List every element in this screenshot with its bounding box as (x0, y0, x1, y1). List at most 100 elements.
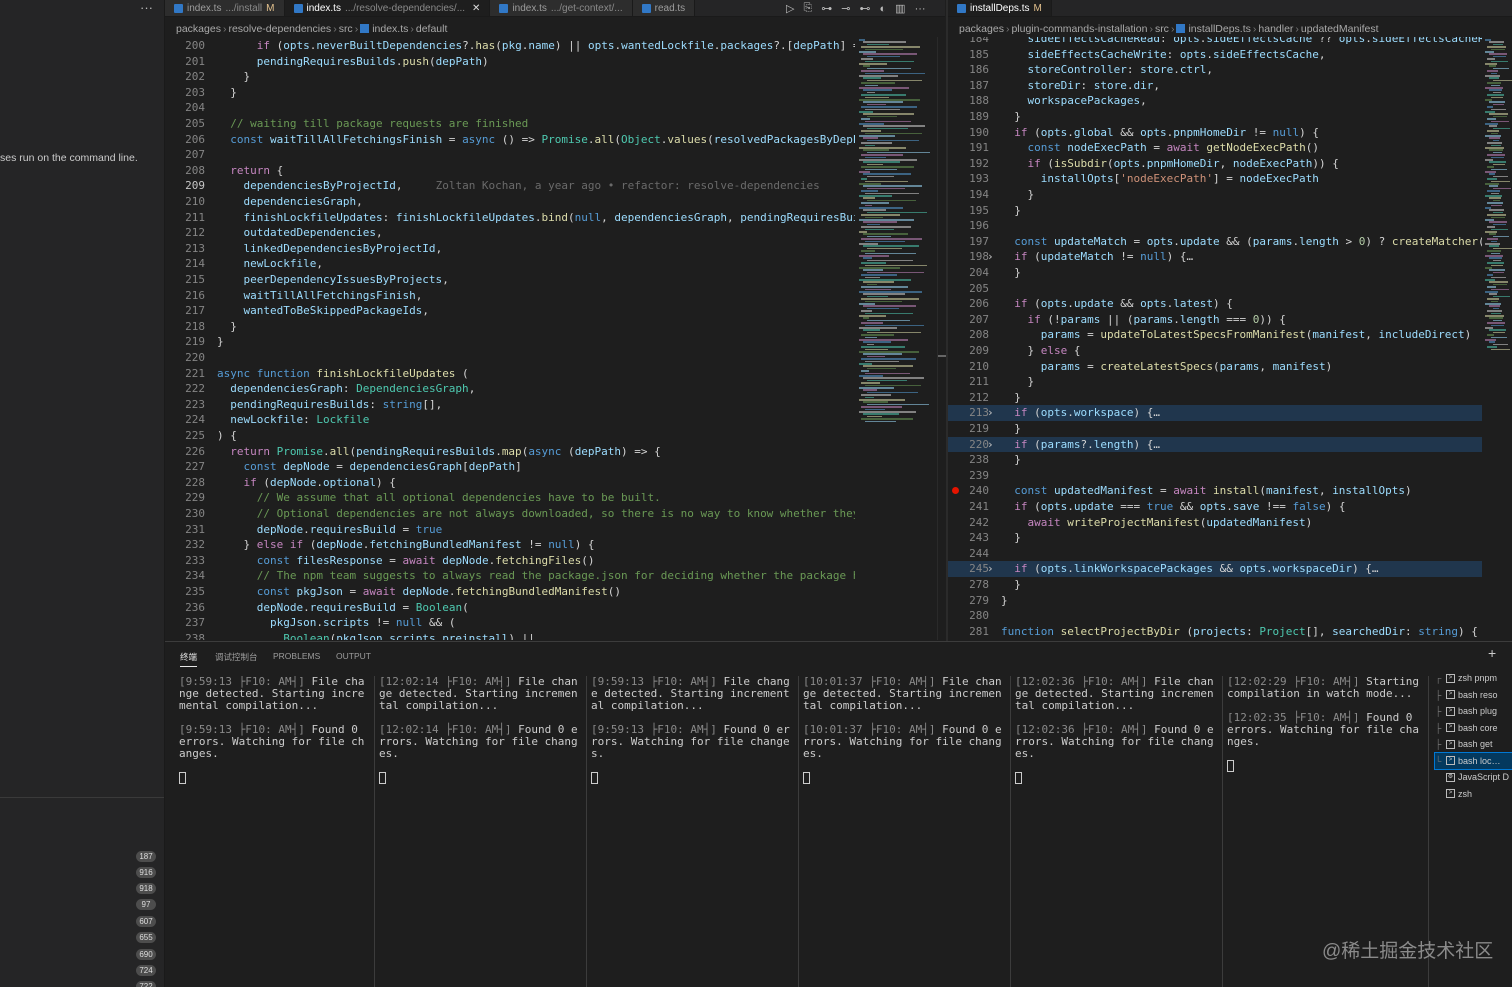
code-line[interactable]: 237 pkgJson.scripts != null && ( (165, 615, 855, 631)
code-line[interactable]: 204 (165, 100, 855, 116)
terminal-instance[interactable]: [12:02:36 ├F10: AM┤] File change detecte… (1011, 676, 1223, 987)
code-line[interactable]: 186 storeController: store.ctrl, (948, 62, 1482, 78)
code-line[interactable]: 236 depNode.requiresBuild = Boolean( (165, 600, 855, 616)
code-line[interactable]: 219 } (948, 421, 1482, 437)
fold-chevron-icon[interactable]: › (987, 249, 994, 265)
left-minimap[interactable] (857, 37, 937, 640)
code-line[interactable]: 220 if (params?.length) {… › (948, 436, 1482, 453)
more-actions-icon[interactable]: ··· (140, 0, 153, 15)
code-line[interactable]: 209 } else { (948, 343, 1482, 359)
code-line[interactable]: 208 return { (165, 163, 855, 179)
editor-tab[interactable]: installDeps.ts M (948, 0, 1052, 16)
breadcrumb-item[interactable]: updatedManifest (1301, 23, 1379, 35)
code-line[interactable]: 189 } (948, 109, 1482, 125)
code-line[interactable]: 242 await writeProjectManifest(updatedMa… (948, 515, 1482, 531)
code-line[interactable]: 209 dependenciesByProjectId, Zoltan Koch… (165, 178, 855, 194)
code-line[interactable]: 212 outdatedDependencies, (165, 225, 855, 241)
code-line[interactable]: 225) { (165, 428, 855, 444)
code-line[interactable]: 185 sideEffectsCacheWrite: opts.sideEffe… (948, 47, 1482, 63)
code-line[interactable]: 190 if (opts.global && opts.pnpmHomeDir … (948, 125, 1482, 141)
code-line[interactable]: 222 dependenciesGraph: DependenciesGraph… (165, 381, 855, 397)
go-back-icon[interactable]: ⊸ (841, 2, 850, 15)
code-line[interactable]: 227 const depNode = dependenciesGraph[de… (165, 459, 855, 475)
code-line[interactable]: 196 (948, 218, 1482, 234)
split-editor-icon[interactable]: ▥ (895, 2, 905, 15)
code-line[interactable]: 207 if (!params || (params.length === 0)… (948, 312, 1482, 328)
terminal-list-item[interactable]: ├ > bash get (1435, 736, 1512, 753)
code-line[interactable]: 216 waitTillAllFetchingsFinish, (165, 288, 855, 304)
code-line[interactable]: 240 const updatedManifest = await instal… (948, 483, 1482, 499)
editor-tab[interactable]: read.ts (632, 0, 696, 16)
timeline-icon[interactable]: ◐ (880, 3, 887, 15)
code-line[interactable]: 213 linkedDependenciesByProjectId, (165, 241, 855, 257)
code-line[interactable]: 207 (165, 147, 855, 163)
code-line[interactable]: 195 } (948, 203, 1482, 219)
code-line[interactable]: 279} (948, 593, 1482, 609)
code-line[interactable]: 203 } (165, 85, 855, 101)
code-line[interactable]: 212 } (948, 390, 1482, 406)
breadcrumb-item[interactable]: installDeps.ts (1188, 23, 1250, 35)
code-line[interactable]: 278 } (948, 577, 1482, 593)
code-line[interactable]: 197 const updateMatch = opts.update && (… (948, 234, 1482, 250)
tab-problems[interactable]: PROBLEMS (273, 651, 320, 661)
code-line[interactable]: 211 finishLockfileUpdates: finishLockfil… (165, 210, 855, 226)
code-line[interactable]: 206 if (opts.update && opts.latest) { (948, 296, 1482, 312)
code-line[interactable]: 244 (948, 546, 1482, 562)
code-line[interactable]: 211 } (948, 374, 1482, 390)
left-code-editor[interactable]: 200 if (opts.neverBuiltDependencies?.has… (165, 37, 855, 640)
code-line[interactable]: 245 if (opts.linkWorkspacePackages && op… (948, 561, 1482, 577)
code-line[interactable]: 221 async function finishLockfileUpdates … (165, 366, 855, 382)
terminal-instance[interactable]: [12:02:14 ├F10: AM┤] File change detecte… (375, 676, 587, 987)
terminal-list-item[interactable]: ├ > bash plug (1435, 703, 1512, 720)
breadcrumb-item[interactable]: src (1155, 23, 1169, 35)
code-line[interactable]: 243 } (948, 530, 1482, 546)
code-line[interactable]: 194 } (948, 187, 1482, 203)
code-line[interactable]: 200 if (opts.neverBuiltDependencies?.has… (165, 38, 855, 54)
breadcrumb-item[interactable]: default (416, 23, 448, 35)
code-line[interactable]: 184 sideEffectsCacheRead: opts.sideEffec… (948, 37, 1482, 47)
git-compare-icon[interactable]: ⊶ (821, 2, 832, 15)
left-scrollbar[interactable] (937, 37, 946, 640)
terminal-instance[interactable]: [9:59:13 ├F10: AM┤] File change detected… (587, 676, 799, 987)
code-line[interactable]: 191 const nodeExecPath = await getNodeEx… (948, 140, 1482, 156)
right-code-editor[interactable]: 184 sideEffectsCacheRead: opts.sideEffec… (948, 37, 1482, 640)
code-line[interactable]: 228 if (depNode.optional) { (165, 475, 855, 491)
code-line[interactable]: 224 newLockfile: Lockfile (165, 412, 855, 428)
new-terminal-button[interactable]: + (1488, 645, 1496, 661)
code-line[interactable]: 238 Boolean(pkgJson.scripts.preinstall) … (165, 631, 855, 640)
fold-chevron-icon[interactable]: › (987, 437, 994, 453)
code-line[interactable]: 204 } (948, 265, 1482, 281)
terminal-list-item[interactable]: └ > bash loc… (1434, 751, 1512, 770)
breadcrumb-item[interactable]: resolve-dependencies (228, 23, 331, 35)
close-icon[interactable]: ✕ (472, 1, 480, 17)
split-icon[interactable]: ⎘ (803, 2, 812, 15)
code-line[interactable]: 226 return Promise.all(pendingRequiresBu… (165, 444, 855, 460)
code-line[interactable]: 210 dependenciesGraph, (165, 194, 855, 210)
code-line[interactable]: 213 if (opts.workspace) {… › (948, 405, 1482, 421)
editor-tab[interactable]: index.ts .../install M (165, 0, 285, 16)
code-line[interactable]: 232 } else if (depNode.fetchingBundledMa… (165, 537, 855, 553)
terminal-list-item[interactable]: > zsh (1435, 786, 1512, 803)
code-line[interactable]: 205 (948, 281, 1482, 297)
code-line[interactable]: 217 wantedToBeSkippedPackageIds, (165, 303, 855, 319)
code-line[interactable]: 231 depNode.requiresBuild = true (165, 522, 855, 538)
go-forward-icon[interactable]: ⊷ (860, 2, 871, 15)
code-line[interactable]: 193 installOpts['nodeExecPath'] = nodeEx… (948, 171, 1482, 187)
code-line[interactable]: 215 peerDependencyIssuesByProjects, (165, 272, 855, 288)
fold-chevron-icon[interactable]: › (987, 561, 994, 577)
editor-tab[interactable]: index.ts .../get-context/... (490, 0, 633, 16)
editor-tab[interactable]: index.ts .../resolve-dependencies/... ✕ (284, 0, 491, 17)
terminal-instance[interactable]: [10:01:37 ├F10: AM┤] File change detecte… (799, 676, 1011, 987)
code-line[interactable]: 205 // waiting till package requests are… (165, 116, 855, 132)
terminal-list-item[interactable]: ┌ > zsh pnpm (1435, 670, 1512, 687)
breadcrumb-item[interactable]: packages (176, 23, 221, 35)
terminal-list-item[interactable]: ⚙ JavaScript D (1435, 769, 1512, 786)
code-line[interactable]: 241 if (opts.update === true && opts.sav… (948, 499, 1482, 515)
code-line[interactable]: 239 (948, 468, 1482, 484)
tab-terminal[interactable]: 终端 (180, 651, 198, 667)
more-icon[interactable]: ··· (915, 3, 926, 15)
tab-debug-console[interactable]: 调试控制台 (215, 651, 258, 663)
code-line[interactable]: 219} (165, 334, 855, 350)
code-line[interactable]: 206 const waitTillAllFetchingsFinish = a… (165, 132, 855, 148)
code-line[interactable]: 187 storeDir: store.dir, (948, 78, 1482, 94)
